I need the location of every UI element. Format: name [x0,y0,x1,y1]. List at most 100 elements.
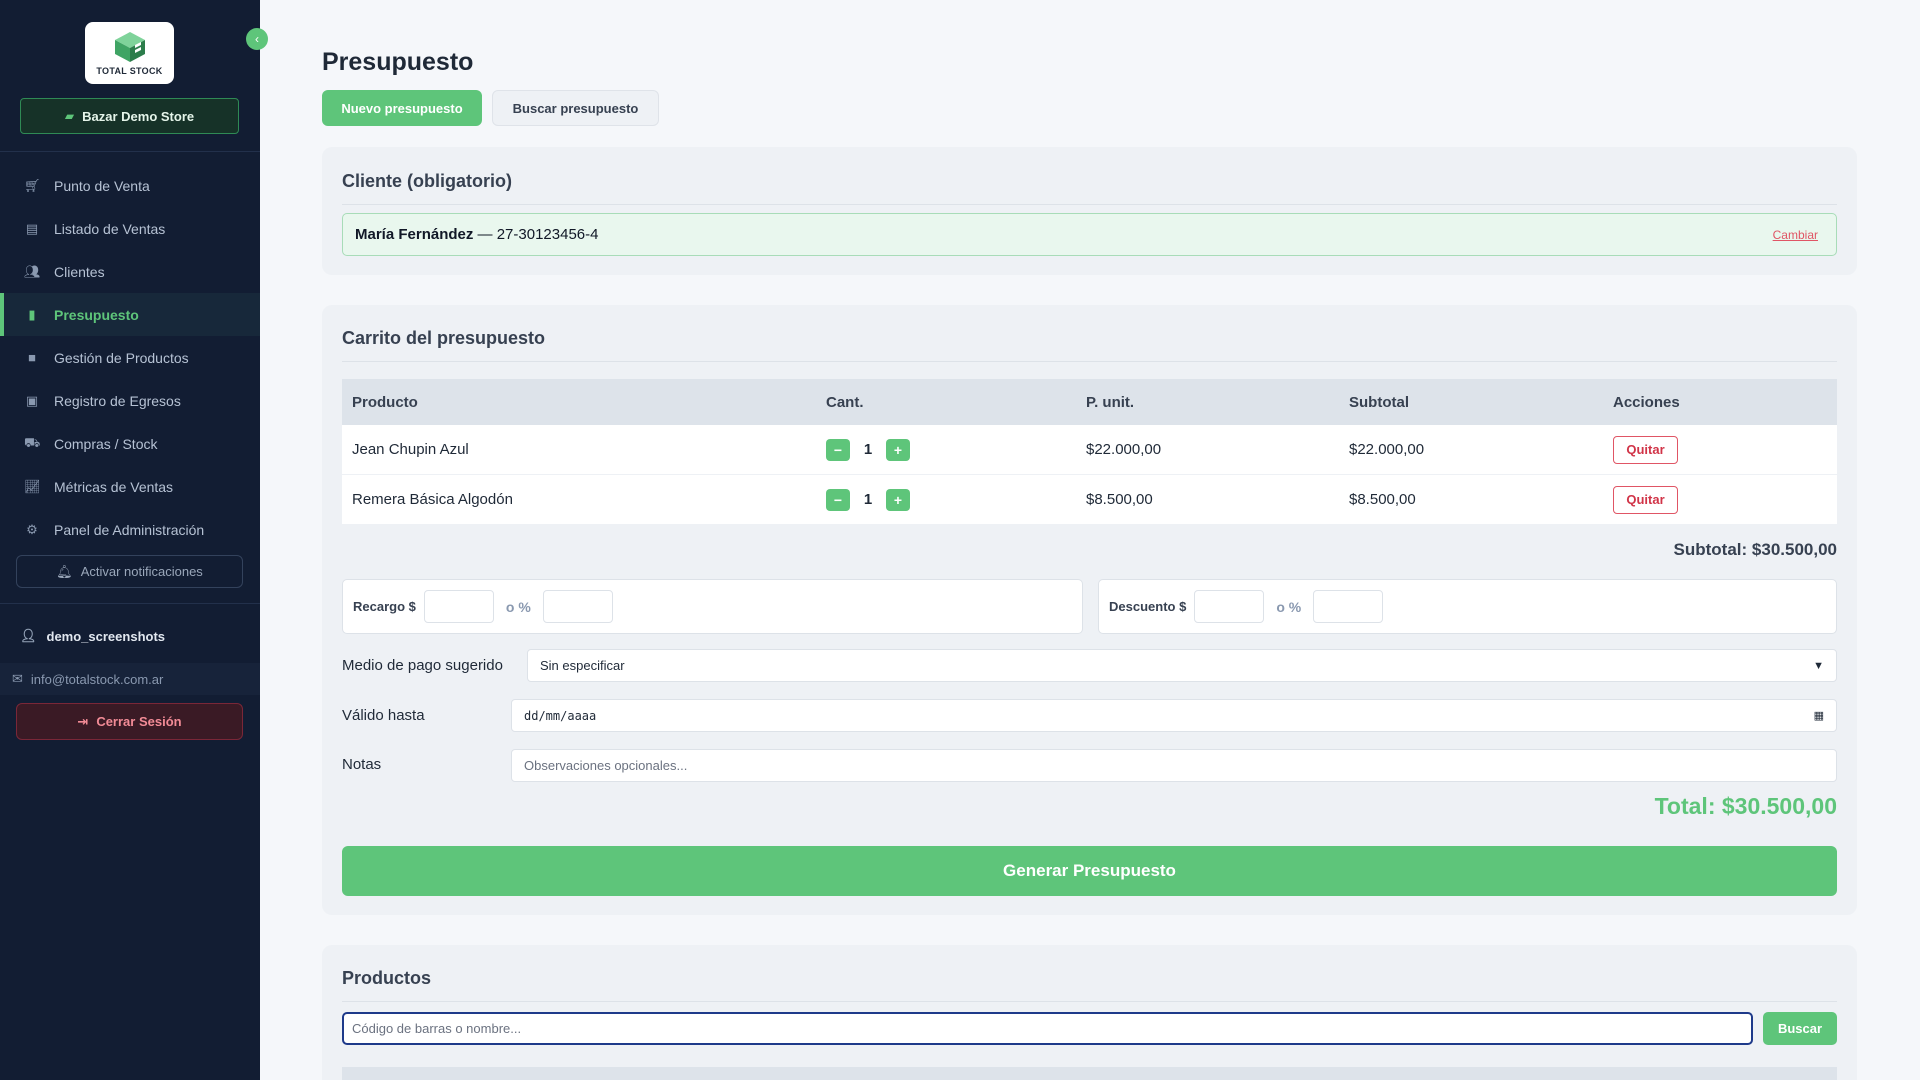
surcharge-percent-input[interactable] [542,590,613,623]
section-divider [342,361,1837,362]
bell-icon: 🔔︎ [56,563,73,579]
change-client-link[interactable]: Cambiar [1773,228,1818,242]
sidebar-item-label: Punto de Venta [54,177,150,194]
sidebar-item-punto-de-venta[interactable]: 🛒︎ Punto de Venta [0,164,260,207]
sidebar-item-panel-de-administracion[interactable]: ⚙ Panel de Administración [0,508,260,551]
sidebar-item-label: Clientes [54,263,105,280]
payment-method-select[interactable]: Sin especificar ▼ [527,649,1837,682]
user-email: ✉ info@totalstock.com.ar [0,663,260,695]
product-search-button[interactable]: Buscar [1763,1012,1837,1045]
username: demo_screenshots [46,628,166,644]
sidebar-divider [0,151,260,152]
main-content: Presupuesto Nuevo presupuesto Buscar pre… [260,0,1920,1080]
chevron-down-icon: ▼ [1813,659,1824,672]
sidebar-item-label: Registro de Egresos [54,392,181,409]
sidebar-item-metricas-de-ventas[interactable]: 📈︎ Métricas de Ventas [0,465,260,508]
surcharge-group: Recargo $ o % [342,579,1083,634]
sidebar-item-label: Gestión de Productos [54,349,189,366]
decrease-qty-button[interactable]: − [826,488,850,511]
sidebar-item-presupuesto[interactable]: ▮ Presupuesto [0,293,260,336]
truck-icon: ⛟ [24,434,41,450]
user-icon: 👤︎ [20,628,37,643]
logout-label: Cerrar Sesión [96,714,182,729]
gear-icon: ⚙ [26,521,38,537]
quantity-stepper: − 1 + [826,488,1086,511]
date-value: dd/mm/aaaa [524,708,597,723]
col-unit-price: P. unit. [1086,393,1135,411]
products-table-header [342,1067,1837,1080]
discount-percent-input[interactable] [1313,590,1384,623]
sidebar-item-label: Listado de Ventas [54,220,166,237]
valid-until-date-input[interactable]: dd/mm/aaaa ▦ [511,699,1837,732]
notifications-label: Activar notificaciones [80,564,203,579]
remove-item-button[interactable]: Quitar [1613,485,1678,514]
sidebar-item-compras-stock[interactable]: ⛟ Compras / Stock [0,422,260,465]
increase-qty-button[interactable]: + [886,488,910,511]
sidebar-item-label: Compras / Stock [54,435,158,452]
product-search-input[interactable]: Código de barras o nombre... [342,1012,1753,1045]
products-section-title: Productos [342,968,432,988]
sidebar-item-gestion-de-productos[interactable]: ■ Gestión de Productos [0,336,260,379]
email-text: info@totalstock.com.ar [30,671,164,687]
client-separator: — [473,226,497,243]
qty-value: 1 [863,491,873,508]
qty-value: 1 [863,441,873,458]
generate-quote-button[interactable]: Generar Presupuesto [342,846,1837,896]
sidebar-divider [0,603,260,604]
cart-section-title: Carrito del presupuesto [342,328,546,348]
client-card: Cliente (obligatorio) María Fernández — … [322,147,1857,275]
decrease-qty-button[interactable]: − [826,438,850,461]
surcharge-label: Recargo $ [353,599,416,614]
products-card: Productos Código de barras o nombre... B… [322,945,1857,1080]
notes-placeholder: Observaciones opcionales... [524,758,688,773]
surcharge-or-percent: o % [505,598,531,615]
col-product: Producto [352,393,418,411]
increase-qty-button[interactable]: + [886,438,910,461]
remove-item-button[interactable]: Quitar [1613,435,1678,464]
table-header: Producto Cant. P. unit. Subtotal Accione… [342,379,1837,425]
col-qty: Cant. [826,393,864,411]
col-actions: Acciones [1613,393,1680,411]
cart-card: Carrito del presupuesto Producto Cant. P… [322,305,1857,915]
product-name: Jean Chupin Azul [352,441,469,458]
chevron-left-icon: ‹ [255,32,259,46]
tab-search-quote[interactable]: Buscar presupuesto [492,90,659,126]
notes-label: Notas [342,756,382,773]
cart-icon: 🛒︎ [24,177,41,193]
collapse-sidebar-button[interactable]: ‹ [246,28,268,50]
cart-subtotal: Subtotal: $30.500,00 [1673,540,1837,559]
col-subtotal: Subtotal [1349,393,1409,411]
money-bill-icon: ▣ [25,392,39,408]
sidebar-item-label: Métricas de Ventas [54,478,174,495]
section-divider [342,204,1837,205]
sidebar: TOTAL STOCK ‹ ▰ Bazar Demo Store 🛒︎ Punto… [0,0,268,1080]
table-row: Remera Básica Algodón − 1 + $8.500,00 $8… [342,475,1837,525]
sidebar-item-listado-de-ventas[interactable]: ▤ Listado de Ventas [0,207,260,250]
sign-out-icon: ⇥ [77,713,89,729]
quantity-stepper: − 1 + [826,438,1086,461]
sidebar-item-clientes[interactable]: 👥︎ Clientes [0,250,260,293]
unit-price: $8.500,00 [1086,491,1153,508]
store-icon: ▰ [64,109,75,123]
search-placeholder: Código de barras o nombre... [352,1021,522,1036]
discount-amount-input[interactable] [1194,590,1265,623]
product-name: Remera Básica Algodón [352,491,513,508]
chart-line-icon: 📈︎ [24,478,41,494]
enable-notifications-button[interactable]: 🔔︎ Activar notificaciones [16,555,243,588]
envelope-icon: ✉ [12,671,23,686]
logout-button[interactable]: ⇥ Cerrar Sesión [16,703,243,740]
notes-input[interactable]: Observaciones opcionales... [511,749,1837,782]
box-icon: ■ [28,350,36,365]
valid-until-label: Válido hasta [342,707,425,724]
sidebar-item-registro-de-egresos[interactable]: ▣ Registro de Egresos [0,379,260,422]
page-title: Presupuesto [322,48,474,76]
client-tax-id: 27-30123456-4 [496,226,599,243]
row-subtotal: $22.000,00 [1349,441,1425,458]
logo[interactable]: TOTAL STOCK [85,22,174,84]
store-selector-button[interactable]: ▰ Bazar Demo Store [20,98,239,134]
tab-new-quote[interactable]: Nuevo presupuesto [322,90,482,126]
discount-group: Descuento $ o % [1098,579,1837,634]
surcharge-amount-input[interactable] [423,590,494,623]
calendar-icon[interactable]: ▦ [1814,709,1824,722]
cart-table: Producto Cant. P. unit. Subtotal Accione… [342,379,1837,525]
